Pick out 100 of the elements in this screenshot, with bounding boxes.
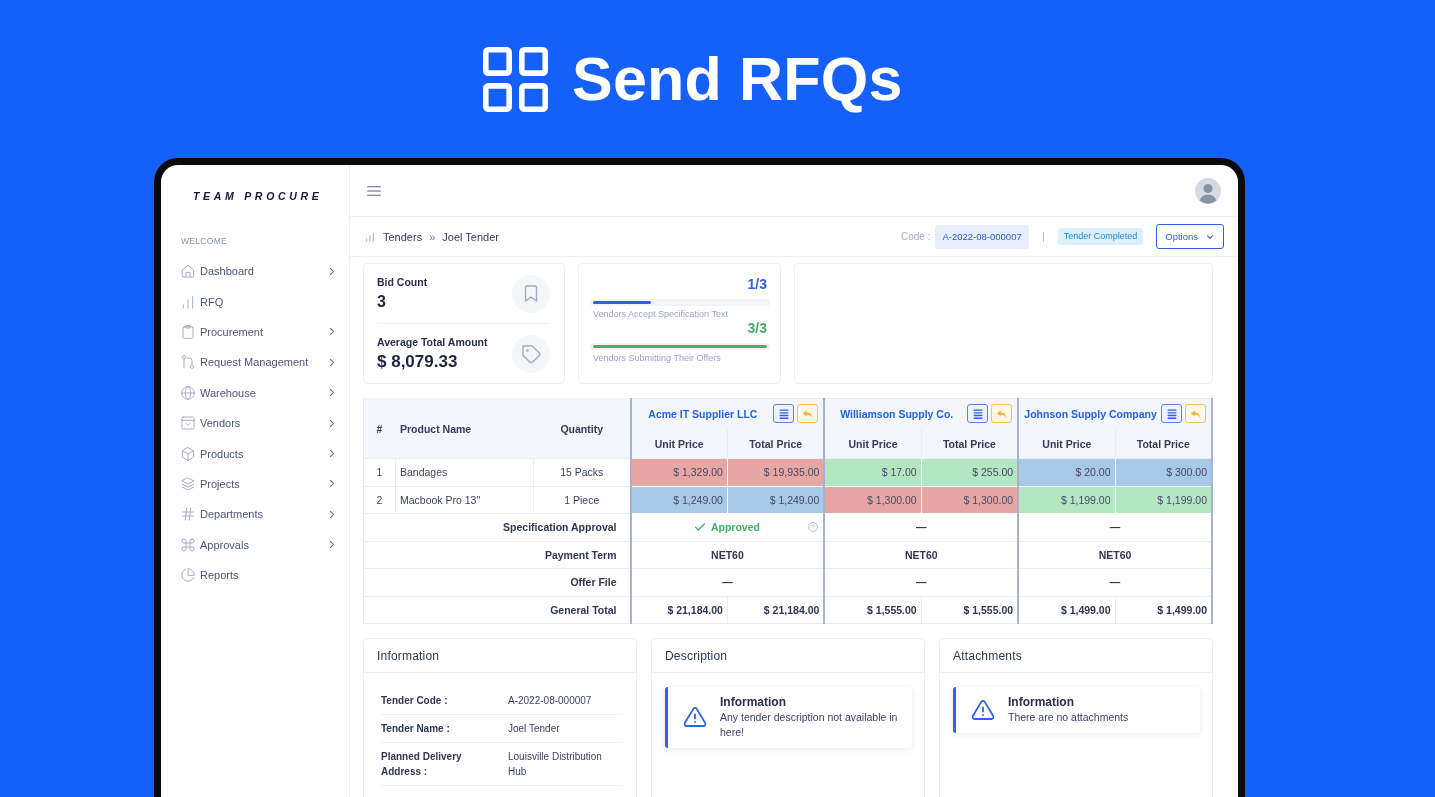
layers-icon — [181, 476, 195, 491]
price-cell: $ 1,329.00 — [630, 458, 728, 486]
card-title: Information — [364, 639, 636, 673]
nav-item[interactable]: Vendors — [181, 407, 349, 439]
column-header: Product Name — [395, 398, 534, 459]
stat-value: $ 8,079.33 — [377, 352, 458, 372]
breadcrumb-current: Joel Tender — [442, 230, 499, 243]
alert-text: Any tender description not available in here! — [720, 710, 899, 740]
row-label: General Total — [363, 596, 631, 624]
table-cell: — — [1018, 513, 1212, 541]
nav-item[interactable]: Products — [181, 438, 349, 469]
price-cell: $ 1,300.00 — [824, 486, 922, 514]
card-title: Attachments — [940, 639, 1212, 673]
field-label: Tender Name : — [381, 723, 450, 734]
price-cell: $ 1,199.00 — [1018, 486, 1116, 514]
table-cell: $ 1,555.00 — [824, 596, 922, 624]
warning-icon — [972, 699, 994, 720]
inbox-icon — [181, 416, 195, 431]
breadcrumb-separator: » — [429, 230, 436, 243]
table-cell: NET60 — [824, 541, 1019, 569]
table-cell: NET60 — [1018, 541, 1212, 569]
progress-label: Vendors Submitting Their Offers — [593, 352, 721, 364]
details-button[interactable] — [773, 404, 795, 423]
price-cell: $ 20.00 — [1018, 458, 1116, 486]
options-button[interactable]: Options — [1156, 224, 1224, 249]
reply-icon — [802, 408, 813, 419]
price-cell: $ 1,249.00 — [630, 486, 728, 514]
avatar-icon[interactable] — [1195, 177, 1221, 204]
list-icon — [1166, 408, 1177, 419]
progress-label: Vendors Accept Specification Text — [593, 308, 728, 320]
row-label: Offer File — [363, 568, 631, 596]
field-value: Joel Tender — [508, 723, 560, 734]
bookmark-icon — [512, 274, 550, 313]
table-cell: 1 — [363, 458, 396, 486]
globe-icon — [181, 385, 195, 400]
progress-fraction: 3/3 — [747, 320, 767, 336]
reply-icon — [1190, 408, 1201, 419]
list-icon — [778, 408, 789, 419]
progress-fraction: 1/3 — [747, 276, 767, 292]
caret-down-icon — [1207, 234, 1213, 239]
approval-status: Approved — [710, 521, 760, 534]
cube-icon — [181, 446, 195, 461]
nav-item[interactable]: Reports — [181, 559, 349, 591]
details-button[interactable] — [967, 404, 989, 423]
home-icon — [181, 264, 195, 279]
field-value: A-2022-08-000007 — [508, 695, 592, 706]
column-header: # — [363, 398, 396, 459]
stat-value: 3 — [377, 292, 386, 312]
menu-icon[interactable] — [367, 185, 381, 196]
table-cell: NET60 — [630, 541, 825, 569]
nav-item[interactable]: Departments — [181, 499, 349, 530]
nav-item[interactable]: Request Management — [181, 347, 349, 378]
nav-item[interactable]: Approvals — [181, 529, 349, 560]
price-cell: $ 17.00 — [824, 458, 922, 486]
row-label: Specification Approval — [363, 513, 631, 541]
nav-item[interactable]: Procurement — [181, 316, 349, 348]
alert-title: Information — [1008, 694, 1074, 710]
grid-icon — [483, 46, 548, 112]
details-button[interactable] — [1161, 404, 1182, 423]
table-cell: Bandages — [395, 458, 534, 486]
bar-chart-icon — [181, 294, 195, 309]
table-cell: — — [630, 568, 825, 596]
clipboard-icon — [181, 324, 195, 339]
table-cell: $ 21,184.00 — [630, 596, 728, 624]
branch-icon — [181, 355, 195, 370]
price-cell: $ 1,199.00 — [1115, 486, 1212, 514]
alert-title: Information — [720, 694, 786, 710]
table-cell: — — [1018, 568, 1212, 596]
field-label: Tender Code : — [381, 695, 448, 706]
column-header: Quantity — [533, 398, 631, 459]
table-cell: — — [824, 513, 1019, 541]
price-cell: $ 300.00 — [1115, 458, 1212, 486]
reply-icon — [996, 408, 1007, 419]
section-label: WELCOME — [181, 236, 228, 246]
nav-item[interactable]: Dashboard — [181, 256, 349, 287]
list-icon — [972, 408, 983, 419]
hash-icon — [181, 507, 195, 522]
code-badge: A-2022-08-000007 — [935, 224, 1029, 249]
warning-icon — [684, 707, 706, 727]
nav-item[interactable]: Projects — [181, 468, 349, 500]
logo: TEAM PROCURE — [193, 190, 323, 202]
tag-icon — [512, 334, 550, 373]
alert-text: There are no attachments — [1008, 710, 1129, 725]
breadcrumb-link[interactable]: Tenders — [383, 230, 423, 243]
stat-label: Average Total Amount — [377, 335, 488, 349]
nav-item[interactable]: RFQ — [181, 286, 349, 317]
table-cell: 2 — [363, 486, 396, 514]
field-value: Louisville Distribution Hub — [508, 751, 602, 777]
field-label: Planned Delivery Address : — [381, 751, 462, 777]
code-label: Code : — [901, 231, 931, 242]
help-icon[interactable] — [808, 522, 819, 533]
table-cell: $ 1,499.00 — [1018, 596, 1116, 624]
stat-label: Bid Count — [377, 275, 428, 289]
row-label: Payment Term — [363, 541, 631, 569]
check-icon — [694, 523, 705, 532]
status-badge: Tender Completed — [1057, 228, 1144, 245]
command-icon — [181, 537, 195, 552]
table-cell: — — [824, 568, 1019, 596]
nav-item[interactable]: Warehouse — [181, 377, 349, 408]
table-cell: Macbook Pro 13" — [395, 486, 534, 514]
